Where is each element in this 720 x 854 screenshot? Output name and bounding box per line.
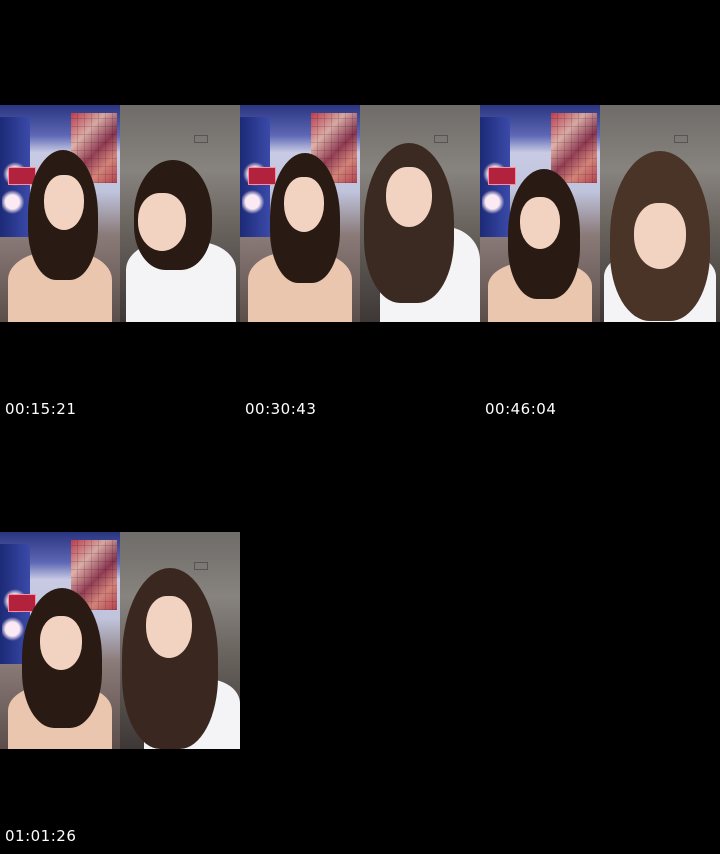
- wall-outlet: [194, 135, 208, 143]
- person-face: [138, 193, 186, 251]
- stream-frame-right: [360, 105, 480, 322]
- wall-outlet: [674, 135, 688, 143]
- timestamp-label: 00:15:21: [5, 400, 77, 418]
- stream-frame-left: [0, 532, 120, 749]
- photo-collage-wall: [551, 113, 597, 183]
- stream-frame-right: [600, 105, 720, 322]
- video-thumbnail-2[interactable]: [240, 105, 480, 322]
- video-thumbnail-1[interactable]: [0, 105, 240, 322]
- timestamp-label: 00:46:04: [485, 400, 557, 418]
- stream-frame-left: [480, 105, 600, 322]
- person-face: [146, 596, 192, 658]
- stream-frame-right: [120, 532, 240, 749]
- wall-outlet: [194, 562, 208, 570]
- stream-frame-left: [0, 105, 120, 322]
- timestamp-label: 00:30:43: [245, 400, 317, 418]
- video-thumbnail-3[interactable]: [480, 105, 720, 322]
- flower-decoration: [482, 153, 508, 223]
- person-face: [40, 616, 82, 670]
- stream-frame-right: [120, 105, 240, 322]
- person-face: [386, 167, 432, 227]
- flower-decoration: [2, 153, 28, 223]
- stream-frame-left: [240, 105, 360, 322]
- person-face: [284, 177, 324, 232]
- timestamp-label: 01:01:26: [5, 827, 77, 845]
- wall-outlet: [434, 135, 448, 143]
- person-face: [520, 197, 560, 249]
- person-face: [634, 203, 686, 269]
- red-sign: [488, 167, 516, 185]
- video-thumbnail-4[interactable]: [0, 532, 240, 749]
- red-sign: [248, 167, 276, 185]
- person-face: [44, 175, 84, 230]
- flower-decoration: [242, 153, 268, 223]
